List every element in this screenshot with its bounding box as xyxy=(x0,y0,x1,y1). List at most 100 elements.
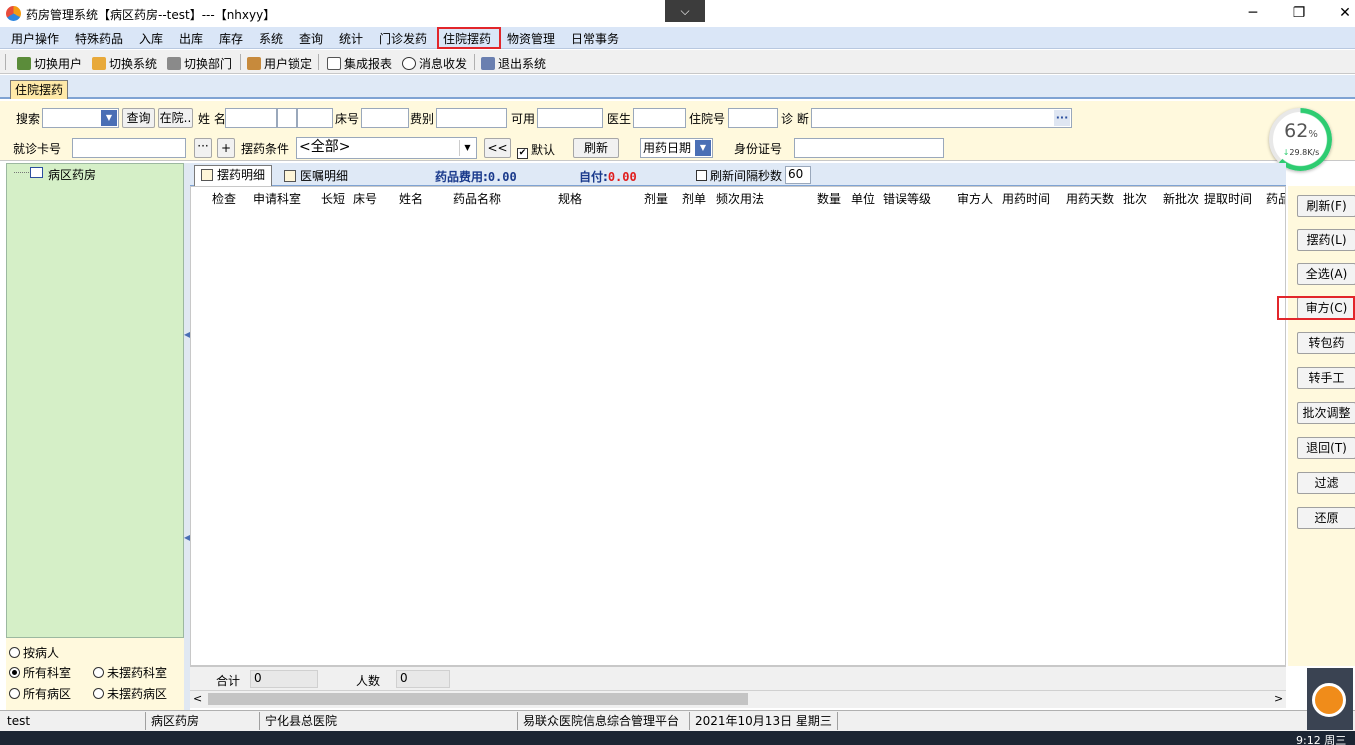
card-input[interactable] xyxy=(72,138,186,158)
tab-dispense-detail[interactable]: 摆药明细 xyxy=(194,165,272,186)
col-dept[interactable]: 申请科室 xyxy=(253,190,301,207)
refresh-interval-input[interactable]: 60 xyxy=(785,166,811,184)
card-lookup-button[interactable]: ··· xyxy=(194,138,212,158)
available-input[interactable] xyxy=(537,108,603,128)
menu-user-ops[interactable]: 用户操作 xyxy=(11,30,59,47)
percent-sign: % xyxy=(1308,129,1318,140)
messages-button[interactable]: 消息收发 xyxy=(402,55,467,72)
restore-filter-button[interactable]: 还原 xyxy=(1297,507,1355,529)
radio-undispensed-ward[interactable]: 未摆药病区 xyxy=(93,685,167,702)
exit-system-button[interactable]: 退出系统 xyxy=(481,55,546,72)
refresh-button[interactable]: 刷新(F) xyxy=(1297,195,1355,217)
col-extract-time[interactable]: 提取时间 xyxy=(1204,190,1252,207)
id-card-input[interactable] xyxy=(794,138,944,158)
search-type-select[interactable]: ▼ xyxy=(42,108,119,128)
name-input-2[interactable] xyxy=(277,108,297,128)
select-all-button[interactable]: 全选(A) xyxy=(1297,263,1355,285)
col-name[interactable]: 姓名 xyxy=(399,190,423,207)
col-unit[interactable]: 单位 xyxy=(851,190,875,207)
menu-daily-affairs[interactable]: 日常事务 xyxy=(571,30,619,47)
scrollbar-thumb[interactable] xyxy=(208,693,748,705)
menu-inventory[interactable]: 库存 xyxy=(219,30,243,47)
date-type-select[interactable]: 用药日期 ▼ xyxy=(640,138,713,158)
network-speed: ↓29.8K/s xyxy=(1276,148,1326,157)
add-button[interactable]: + xyxy=(217,138,235,158)
switch-system-label: 切换系统 xyxy=(109,57,158,71)
default-label: 默认 xyxy=(531,143,556,157)
menu-bar xyxy=(0,27,1355,49)
os-taskbar xyxy=(0,731,1355,745)
col-bed[interactable]: 床号 xyxy=(353,190,377,207)
radio-undispensed-dept[interactable]: 未摆药科室 xyxy=(93,664,167,681)
menu-stock-out[interactable]: 出库 xyxy=(179,30,203,47)
inhospital-button[interactable]: 在院.. xyxy=(158,108,193,128)
switch-user-button[interactable]: 切换用户 xyxy=(17,55,82,72)
to-package-button[interactable]: 转包药 xyxy=(1297,332,1355,354)
batch-adjust-button[interactable]: 批次调整 xyxy=(1297,402,1355,424)
app-gear-icon[interactable] xyxy=(1312,683,1346,717)
chevron-down-icon[interactable]: ⌵ xyxy=(665,0,705,22)
taskbar-clock: 9:12 周三 xyxy=(1296,734,1347,745)
return-button[interactable]: 退回(T) xyxy=(1297,437,1355,459)
summary-count-label: 人数 xyxy=(356,674,381,688)
menu-special-drugs[interactable]: 特殊药品 xyxy=(75,30,123,47)
switch-dept-button[interactable]: 切换部门 xyxy=(167,55,232,72)
dispense-grid[interactable] xyxy=(190,186,1286,666)
restore-button[interactable]: ❐ xyxy=(1276,0,1322,27)
ellipsis-icon[interactable]: ··· xyxy=(1054,110,1070,126)
col-error-level[interactable]: 错误等级 xyxy=(883,190,931,207)
tab-order-detail[interactable]: 医嘱明细 xyxy=(278,167,358,186)
col-med-days[interactable]: 用药天数 xyxy=(1066,190,1114,207)
auto-refresh-checkbox[interactable]: 刷新间隔秒数 xyxy=(696,167,782,184)
exit-icon xyxy=(481,57,495,70)
radio-by-patient[interactable]: 按病人 xyxy=(9,644,59,661)
col-batch[interactable]: 批次 xyxy=(1123,190,1147,207)
radio-all-ward[interactable]: 所有病区 xyxy=(9,685,71,702)
menu-outpatient-dispense[interactable]: 门诊发药 xyxy=(379,30,427,47)
collapse-button[interactable]: << xyxy=(484,138,511,158)
col-dose[interactable]: 剂量 xyxy=(644,190,668,207)
radio-all-dept[interactable]: 所有科室 xyxy=(9,664,71,681)
admission-input[interactable] xyxy=(728,108,778,128)
minimize-button[interactable]: ─ xyxy=(1230,0,1276,27)
doctor-input[interactable] xyxy=(633,108,686,128)
col-spec[interactable]: 规格 xyxy=(558,190,582,207)
condition-select[interactable]: <全部> ▼ xyxy=(296,137,477,159)
col-check[interactable]: 检查 xyxy=(212,190,236,207)
refresh-search-button[interactable]: 刷新 xyxy=(573,138,619,158)
tab-inpatient-dispense[interactable]: 住院摆药 xyxy=(10,80,68,99)
bed-input[interactable] xyxy=(361,108,409,128)
lock-user-button[interactable]: 用户锁定 xyxy=(247,55,312,72)
col-drug[interactable]: 药品 xyxy=(1266,190,1285,207)
col-drug-name[interactable]: 药品名称 xyxy=(453,190,501,207)
col-reviewer[interactable]: 审方人 xyxy=(957,190,993,207)
menu-system[interactable]: 系统 xyxy=(259,30,283,47)
query-button[interactable]: 查询 xyxy=(122,108,155,128)
filter-button[interactable]: 过滤 xyxy=(1297,472,1355,494)
tree-node-ward-pharmacy[interactable]: 病区药房 xyxy=(48,166,96,183)
reports-button[interactable]: 集成报表 xyxy=(327,55,392,72)
switch-system-button[interactable]: 切换系统 xyxy=(92,55,157,72)
col-new-batch[interactable]: 新批次 xyxy=(1163,190,1199,207)
col-quantity[interactable]: 数量 xyxy=(817,190,841,207)
menu-statistics[interactable]: 统计 xyxy=(339,30,363,47)
dispense-button[interactable]: 摆药(L) xyxy=(1297,229,1355,251)
col-frequency[interactable]: 频次用法 xyxy=(716,190,764,207)
diagnosis-input[interactable]: ··· xyxy=(811,108,1072,128)
radio-icon xyxy=(9,688,20,699)
default-checkbox[interactable]: ✔ 默认 xyxy=(517,141,555,159)
col-term[interactable]: 长短 xyxy=(321,190,345,207)
col-med-time[interactable]: 用药时间 xyxy=(1002,190,1050,207)
col-dose-unit[interactable]: 剂单 xyxy=(682,190,706,207)
menu-stock-in[interactable]: 入库 xyxy=(139,30,163,47)
scroll-right-icon[interactable]: > xyxy=(1274,692,1283,705)
close-button[interactable]: ✕ xyxy=(1322,0,1355,27)
to-manual-button[interactable]: 转手工 xyxy=(1297,367,1355,389)
users-icon xyxy=(17,57,31,70)
menu-query[interactable]: 查询 xyxy=(299,30,323,47)
name-input[interactable] xyxy=(225,108,277,128)
scroll-left-icon[interactable]: < xyxy=(193,692,202,705)
name-input-3[interactable] xyxy=(297,108,333,128)
fee-type-input[interactable] xyxy=(436,108,507,128)
menu-materials[interactable]: 物资管理 xyxy=(507,30,555,47)
